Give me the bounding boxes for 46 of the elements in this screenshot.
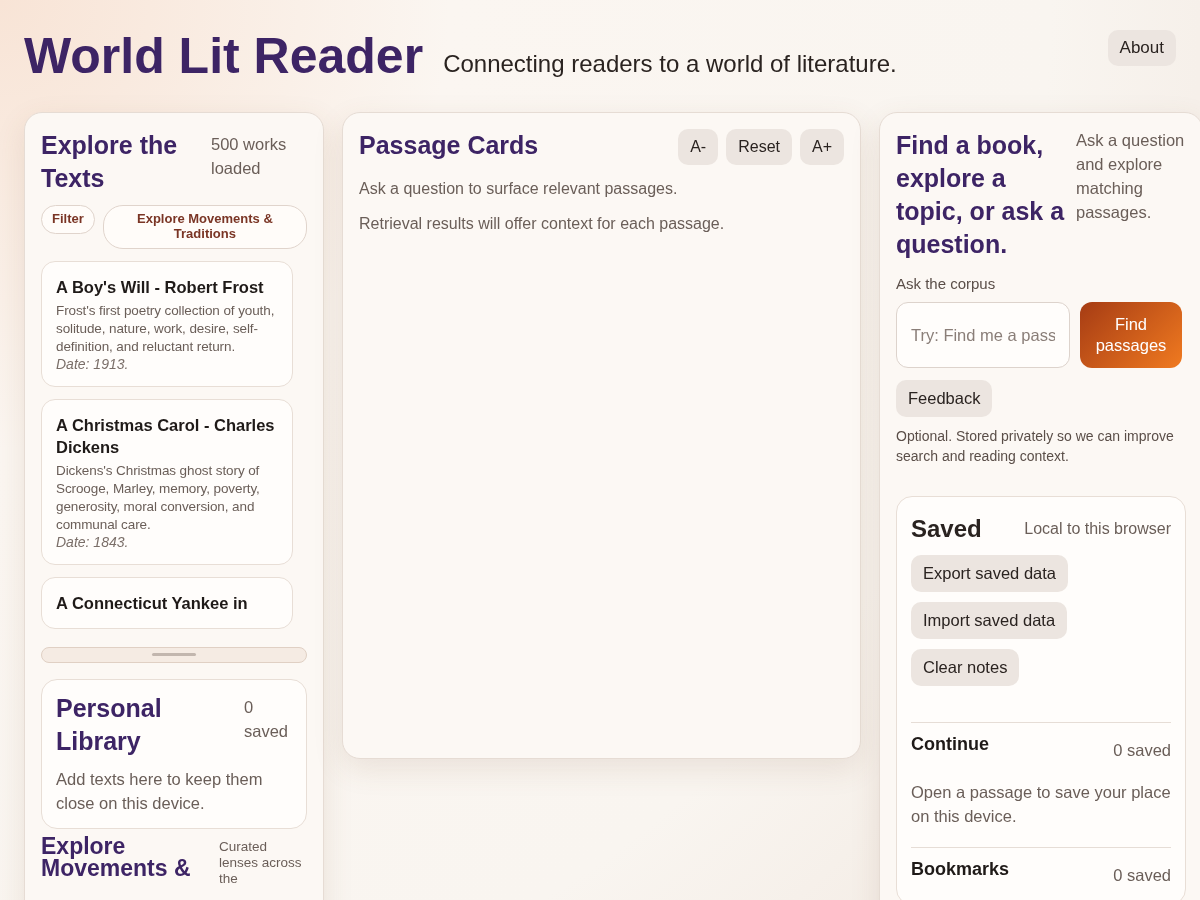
card-title: Personal Library — [56, 692, 163, 757]
tagline: Connecting readers to a world of literature. — [443, 50, 898, 78]
work-card[interactable]: A Connecticut Yankee in — [41, 576, 293, 629]
work-summary: Frost's first poetry collection of youth, solitude, nature, work, desire, self-definition, and reluctant return. — [56, 301, 276, 356]
hint-text: Retrieval results will offer context for each passage. — [359, 214, 726, 235]
hint-text: Ask a question to surface relevant passages. — [359, 179, 679, 199]
saved-action-button[interactable]: Clear notes — [911, 648, 1020, 686]
work-date: Date: 1843. — [56, 533, 130, 550]
section-title: Explore Movements & — [41, 834, 192, 879]
search-hint: Ask a question and explore matching passages. — [1076, 130, 1186, 223]
font-size-button[interactable]: A- — [678, 129, 719, 165]
saved-action-button[interactable]: Import saved data — [911, 601, 1068, 639]
card-title: Saved — [911, 514, 982, 545]
library-note: Add texts here to keep them close on this device. — [56, 768, 264, 814]
saved-scope: Local to this browser — [1024, 519, 1171, 540]
saved-action-button[interactable]: Export saved data — [911, 554, 1068, 592]
saved-count: 0 saved — [244, 696, 290, 742]
section-title: Continue — [911, 732, 989, 756]
saved-count: 0 saved — [1113, 864, 1171, 886]
about-button[interactable]: About — [1107, 30, 1176, 66]
feedback-button[interactable]: Feedback — [896, 380, 993, 417]
section-title: Bookmarks — [911, 857, 1010, 881]
saved-count: 0 saved — [1113, 739, 1171, 761]
work-title: A Connecticut Yankee in — [56, 592, 249, 614]
font-size-button[interactable]: Reset — [726, 129, 792, 165]
work-card[interactable]: A Christmas Carol - Charles Dickens Dickens's Christmas ghost story of Scrooge, Marley, memory, poverty, generosity, moral conversion, and communal care. Date: 1843. — [41, 398, 293, 565]
work-title: A Christmas Carol - Charles Dickens — [56, 414, 276, 458]
section-note: Curated lenses across the — [219, 838, 303, 888]
feedback-note: Optional. Stored privately so we can improve search and reading context. — [896, 427, 1175, 466]
work-summary: Dickens's Christmas ghost story of Scrooge, Marley, memory, poverty, generosity, moral conversion, and communal care. — [56, 461, 261, 534]
search-field[interactable]: Try: Find me a pass — [896, 302, 1070, 368]
find-passages-button[interactable]: Find passages — [1080, 302, 1182, 368]
field-label: Ask the corpus — [896, 275, 997, 292]
search-heading: Find a book, explore a topic, or ask a question. — [896, 130, 1066, 260]
works-count: 500 works loaded — [211, 134, 288, 179]
filter-chip[interactable]: Explore Movements & Traditions — [102, 205, 307, 249]
panel-title: Passage Cards — [359, 130, 539, 161]
app-title: World Lit Reader — [24, 27, 424, 86]
scrollbar[interactable] — [41, 646, 307, 663]
filter-chip[interactable]: Filter — [41, 205, 95, 234]
work-date: Date: 1913. — [56, 355, 130, 372]
section-note: Open a passage to save your place on this device. — [911, 781, 1171, 827]
work-title: A Boy's Will - Robert Frost — [56, 276, 265, 298]
work-card[interactable]: A Boy's Will - Robert Frost Frost's first poetry collection of youth, solitude, nature, work, desire, self-definition, and reluctant return. Date: 1913. — [41, 260, 293, 387]
panel-title: Explore the Texts — [41, 130, 179, 194]
font-size-button[interactable]: A+ — [800, 129, 844, 165]
